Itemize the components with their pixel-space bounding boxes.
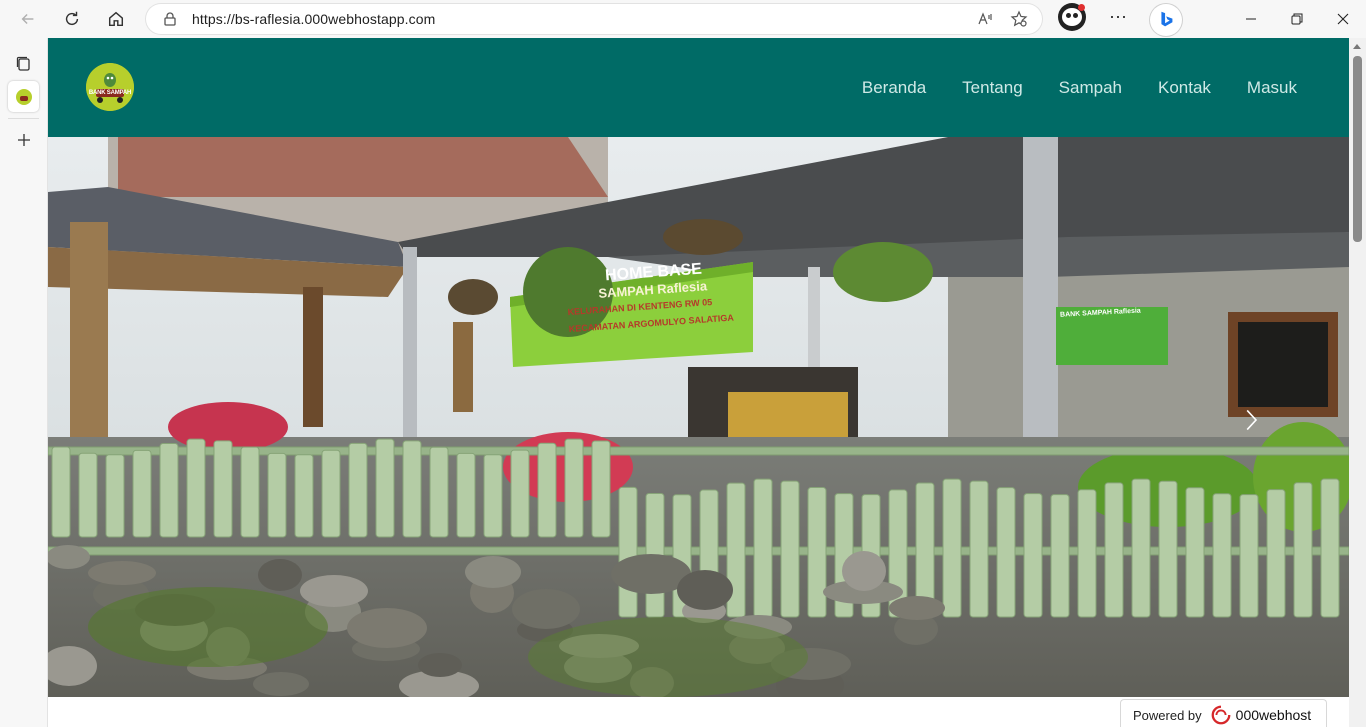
chevron-right-icon	[1246, 409, 1258, 431]
active-tab-favicon[interactable]	[8, 81, 39, 112]
logo-text: BANK SAMPAH	[88, 90, 132, 96]
hero-photo	[48, 137, 1349, 697]
minimize-icon[interactable]	[1228, 0, 1274, 38]
nav-kontak[interactable]: Kontak	[1158, 78, 1211, 98]
lock-icon	[164, 12, 176, 26]
home-icon[interactable]	[100, 3, 132, 35]
site-header: BANK SAMPAH Beranda Tentang Sampah Konta…	[48, 38, 1349, 137]
back-arrow-icon[interactable]	[12, 3, 44, 35]
more-options-icon[interactable]: ···	[1106, 7, 1130, 29]
hero-carousel: HOME BASE SAMPAH Raflesia KELURAHAN DI K…	[48, 137, 1349, 697]
scroll-up-arrow-icon[interactable]	[1353, 44, 1361, 49]
scroll-thumb[interactable]	[1353, 56, 1362, 242]
page-viewport: BANK SAMPAH Beranda Tentang Sampah Konta…	[48, 38, 1349, 727]
nav-tentang[interactable]: Tentang	[962, 78, 1023, 98]
tab-actions-icon[interactable]	[8, 48, 39, 79]
bank-sampah-logo[interactable]: BANK SAMPAH	[86, 63, 134, 111]
nav-masuk[interactable]: Masuk	[1247, 78, 1297, 98]
browser-toolbar: https://bs-raflesia.000webhostapp.com ··…	[0, 0, 1366, 38]
powered-label: Powered by	[1133, 707, 1202, 723]
address-bar[interactable]: https://bs-raflesia.000webhostapp.com	[146, 4, 1042, 34]
webhost-logo-icon	[1211, 705, 1231, 725]
page-scrollbar[interactable]	[1349, 38, 1366, 727]
nav-sampah[interactable]: Sampah	[1059, 78, 1122, 98]
banner-sign: HOME BASE SAMPAH Raflesia KELURAHAN DI K…	[525, 257, 756, 372]
url-text[interactable]: https://bs-raflesia.000webhostapp.com	[192, 11, 435, 27]
favorite-star-icon[interactable]	[1010, 10, 1028, 28]
read-aloud-icon[interactable]	[976, 10, 994, 28]
site-favicon-icon	[15, 88, 32, 105]
close-icon[interactable]	[1320, 0, 1366, 38]
restore-icon[interactable]	[1274, 0, 1320, 38]
panda-extension-icon[interactable]	[1058, 3, 1086, 31]
nav-beranda[interactable]: Beranda	[862, 78, 926, 98]
main-nav: Beranda Tentang Sampah Kontak Masuk	[862, 78, 1297, 98]
refresh-icon[interactable]	[56, 3, 88, 35]
browser-sidebar	[0, 38, 48, 727]
carousel-next-button[interactable]	[1237, 400, 1267, 440]
new-tab-plus-icon[interactable]	[8, 124, 39, 155]
powered-by-badge[interactable]: Powered by 000webhost	[1120, 699, 1327, 727]
powered-brand: 000webhost	[1235, 707, 1312, 723]
bing-copilot-icon[interactable]	[1150, 4, 1182, 36]
sidebar-divider	[8, 118, 39, 119]
